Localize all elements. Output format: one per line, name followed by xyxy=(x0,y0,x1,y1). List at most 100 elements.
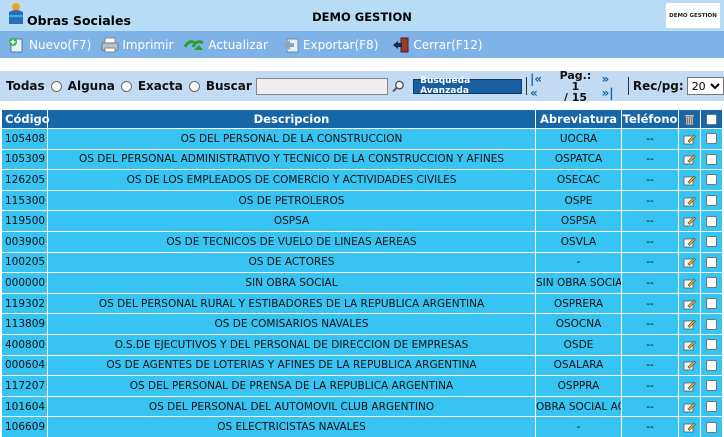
row-checkbox[interactable] xyxy=(706,298,717,310)
option-todas[interactable]: Todas xyxy=(6,79,62,93)
cell-code: 105309 xyxy=(1,148,48,171)
cell-code: 119500 xyxy=(1,210,48,232)
search-icon[interactable] xyxy=(392,79,405,93)
table-row[interactable]: 400800 O.S.DE EJECUTIVOS Y DEL PERSONAL D… xyxy=(1,333,723,356)
cell-edit xyxy=(678,416,701,437)
cell-abbreviation: OSPATCA xyxy=(535,148,622,171)
edit-icon[interactable] xyxy=(683,215,696,227)
cell-phone: -- xyxy=(621,272,679,294)
table-row[interactable]: 000604 OS DE AGENTES DE LOTERIAS Y AFINES… xyxy=(1,354,723,377)
records-per-page-select[interactable]: 20 xyxy=(686,77,724,95)
row-checkbox[interactable] xyxy=(706,277,717,289)
edit-icon[interactable] xyxy=(683,318,696,330)
option-exacta[interactable]: Exacta xyxy=(138,79,200,93)
cell-description: OS DE PETROLEROS xyxy=(47,189,536,212)
row-checkbox[interactable] xyxy=(706,256,717,268)
edit-icon[interactable] xyxy=(683,359,696,371)
edit-icon[interactable] xyxy=(683,401,696,413)
cell-select xyxy=(700,272,723,294)
close-button[interactable]: Cerrar(F12) xyxy=(392,31,483,58)
edit-icon[interactable] xyxy=(683,174,696,186)
cell-description: OS DEL PERSONAL RURAL Y ESTIBADORES DE L… xyxy=(47,292,536,315)
cell-select xyxy=(700,416,723,437)
table-row[interactable]: 105309 OS DEL PERSONAL ADMINISTRATIVO Y T… xyxy=(1,148,723,171)
edit-icon[interactable] xyxy=(683,133,696,145)
table-row[interactable]: 003900 OS DE TECNICOS DE VUELO DE LINEAS … xyxy=(1,230,723,253)
edit-icon[interactable] xyxy=(683,380,696,392)
row-checkbox[interactable] xyxy=(706,153,717,165)
radio-alguna[interactable] xyxy=(120,80,132,92)
new-button-label: Nuevo(F7) xyxy=(29,37,92,52)
export-button[interactable]: Exportar(F8) xyxy=(282,31,378,58)
new-button[interactable]: Nuevo(F7) xyxy=(8,31,91,58)
table-row[interactable]: 119500 OSPSA OSPSA -- xyxy=(1,210,723,232)
cell-description: OS DE TECNICOS DE VUELO DE LINEAS AEREAS xyxy=(47,230,536,253)
cell-description: OS DEL PERSONAL DE PRENSA DE LA REPUBLIC… xyxy=(47,375,536,397)
row-checkbox[interactable] xyxy=(706,359,717,371)
radio-exacta[interactable] xyxy=(188,80,200,92)
column-header-description[interactable]: Descripcion xyxy=(47,109,536,129)
add-icon xyxy=(9,37,23,52)
radio-todas[interactable] xyxy=(50,80,62,92)
cell-description: OSPSA xyxy=(47,210,536,232)
table-header-row: Código Descripcion Abreviatura Teléfono xyxy=(1,109,723,129)
cell-description: SIN OBRA SOCIAL xyxy=(47,272,536,294)
print-button[interactable]: Imprimir xyxy=(101,31,173,58)
table-row[interactable]: 115300 OS DE PETROLEROS OSPE -- xyxy=(1,189,723,212)
column-header-abbreviation[interactable]: Abreviatura xyxy=(535,109,622,129)
table-row[interactable]: 105408 OS DEL PERSONAL DE LA CONSTRUCCION… xyxy=(1,128,723,150)
row-checkbox[interactable] xyxy=(706,133,717,145)
refresh-button-label: Actualizar xyxy=(208,37,268,52)
table-row[interactable]: 106609 OS ELECTRICISTAS NAVALES - -- xyxy=(1,416,723,437)
cell-code: 119302 xyxy=(1,292,48,315)
edit-icon[interactable] xyxy=(683,195,696,207)
table-row[interactable]: 100205 OS DE ACTORES - -- xyxy=(1,251,723,274)
cell-phone: -- xyxy=(621,416,679,437)
row-checkbox[interactable] xyxy=(706,215,717,227)
cell-select xyxy=(700,169,723,191)
trash-icon[interactable] xyxy=(684,113,695,126)
table-row[interactable]: 000000 SIN OBRA SOCIAL SIN OBRA SOCIAL -- xyxy=(1,272,723,294)
edit-icon[interactable] xyxy=(683,256,696,268)
cell-abbreviation: - xyxy=(535,251,622,274)
select-all-checkbox[interactable] xyxy=(706,114,717,125)
table-row[interactable]: 126205 OS DE LOS EMPLEADOS DE COMERCIO Y … xyxy=(1,169,723,191)
column-header-code[interactable]: Código xyxy=(1,109,50,129)
edit-icon[interactable] xyxy=(683,421,696,433)
row-checkbox[interactable] xyxy=(706,380,717,392)
row-checkbox[interactable] xyxy=(706,401,717,413)
cell-description: OS DEL PERSONAL ADMINISTRATIVO Y TECNICO… xyxy=(47,148,536,171)
cell-code: 101604 xyxy=(1,395,48,418)
edit-icon[interactable] xyxy=(683,298,696,310)
row-checkbox[interactable] xyxy=(706,195,717,207)
option-alguna[interactable]: Alguna xyxy=(68,79,132,93)
table-row[interactable]: 117207 OS DEL PERSONAL DE PRENSA DE LA RE… xyxy=(1,375,723,397)
cell-edit xyxy=(678,169,701,191)
row-checkbox[interactable] xyxy=(706,421,717,433)
table-row[interactable]: 113809 OS DE COMISARIOS NAVALES OSOCNA -- xyxy=(1,313,723,335)
edit-icon[interactable] xyxy=(683,277,696,289)
table-row[interactable]: 119302 OS DEL PERSONAL RURAL Y ESTIBADORE… xyxy=(1,292,723,315)
refresh-button[interactable]: Actualizar xyxy=(183,31,268,58)
spacer xyxy=(0,101,724,109)
search-input[interactable] xyxy=(255,77,389,95)
row-checkbox[interactable] xyxy=(706,236,717,248)
edit-icon[interactable] xyxy=(683,339,696,351)
cell-phone: -- xyxy=(621,354,679,377)
row-checkbox[interactable] xyxy=(706,339,717,351)
edit-icon[interactable] xyxy=(683,153,696,165)
first-prev-page-button[interactable]: |« « xyxy=(530,72,552,100)
row-checkbox[interactable] xyxy=(706,174,717,186)
table-row[interactable]: 101604 OS DEL PERSONAL DEL AUTOMOVIL CLUB… xyxy=(1,395,723,418)
exit-icon xyxy=(393,37,409,52)
column-header-phone[interactable]: Teléfono xyxy=(621,109,679,129)
advanced-search-button[interactable]: Busqueda Avanzada xyxy=(413,76,523,96)
cell-abbreviation: - xyxy=(535,416,622,437)
next-last-page-button[interactable]: » »| xyxy=(601,72,623,100)
divider xyxy=(627,77,629,95)
row-checkbox[interactable] xyxy=(706,318,717,330)
edit-icon[interactable] xyxy=(683,236,696,248)
toolbar: Nuevo(F7) Imprimir Actualizar Exportar(F… xyxy=(0,31,724,58)
cell-abbreviation: OSOCNA xyxy=(535,313,622,335)
cell-abbreviation: OSPRERA xyxy=(535,292,622,315)
